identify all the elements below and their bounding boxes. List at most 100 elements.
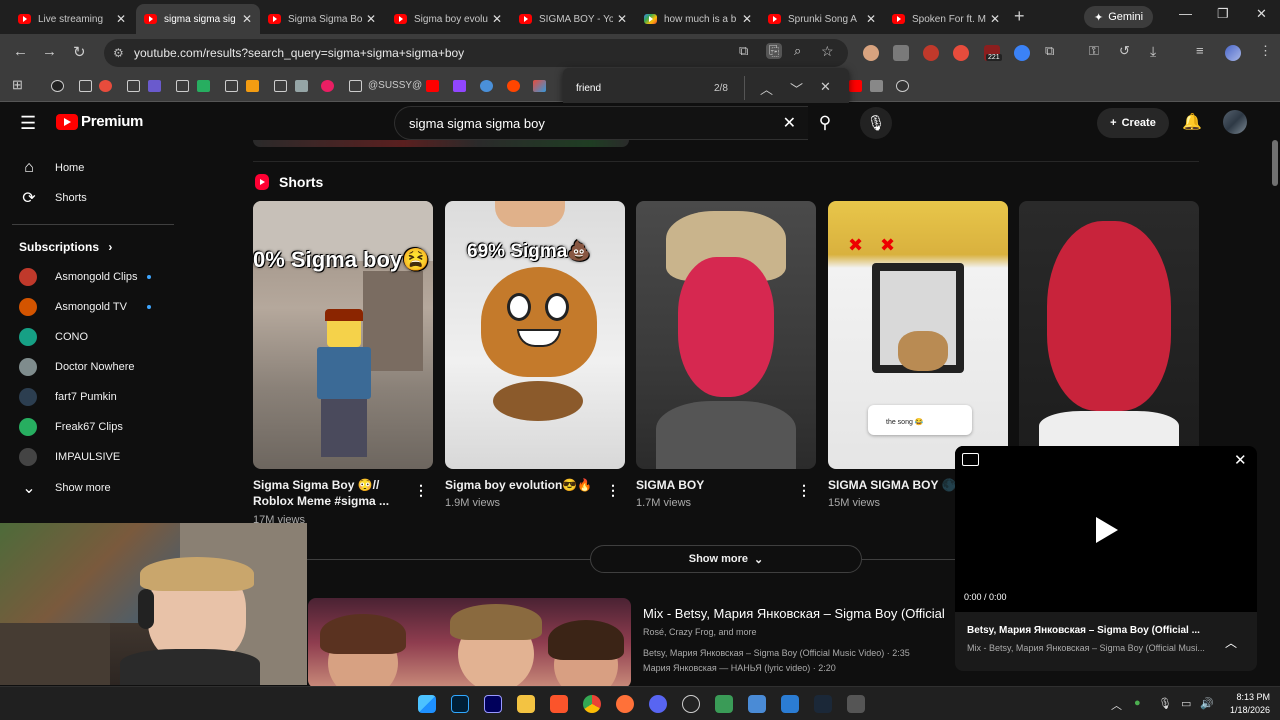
- photoshop-icon[interactable]: [451, 695, 469, 713]
- app-icon[interactable]: [715, 695, 733, 713]
- bookmark-icon[interactable]: [896, 80, 909, 92]
- window-close-icon[interactable]: ✕: [1256, 6, 1267, 22]
- bookmark-folder-icon[interactable]: [349, 80, 362, 92]
- address-bar[interactable]: ⚙ youtube.com/results?search_query=sigma…: [104, 39, 848, 67]
- find-icon[interactable]: ⎘: [766, 43, 783, 59]
- windows-start-icon[interactable]: [418, 695, 436, 713]
- sidebar-item-subscription[interactable]: CONO: [0, 322, 175, 352]
- tray-app-icon[interactable]: ●: [1134, 697, 1141, 709]
- short-title[interactable]: Sigma boy evolution😎🔥: [445, 477, 595, 493]
- close-icon[interactable]: ✕: [242, 12, 252, 26]
- bookmark-folder-icon[interactable]: [79, 80, 92, 92]
- short-thumbnail[interactable]: [1019, 201, 1199, 469]
- taskbar-clock[interactable]: 8:13 PM 1/18/2026: [1218, 691, 1270, 717]
- mix-track-1[interactable]: Betsy, Мария Янковская – Sigma Boy (Offi…: [643, 648, 910, 658]
- tray-chevron-icon[interactable]: ︿: [1111, 697, 1122, 713]
- close-icon[interactable]: ✕: [1234, 451, 1247, 469]
- extension-face-icon[interactable]: [863, 45, 879, 61]
- browser-tab[interactable]: Sigma Sigma Bo ✕: [260, 4, 384, 34]
- bookmark-folder-icon[interactable]: [127, 80, 140, 92]
- bookmark-icon[interactable]: [99, 80, 112, 92]
- bookmark-folder-icon[interactable]: [225, 80, 238, 92]
- bookmark-icon[interactable]: [246, 80, 259, 92]
- scrollbar-thumb[interactable]: [1272, 140, 1278, 186]
- find-previous-icon[interactable]: ︿: [760, 79, 773, 98]
- sidebar-item-subscription[interactable]: Freak67 Clips: [0, 412, 175, 442]
- search-button[interactable]: ⚲: [806, 106, 844, 140]
- bookmark-icon[interactable]: [148, 80, 161, 92]
- close-icon[interactable]: ✕: [366, 12, 376, 26]
- sidebar-item-home[interactable]: ⌂ Home: [0, 153, 175, 183]
- network-icon[interactable]: ▭: [1181, 697, 1191, 710]
- miniplayer[interactable]: ✕ 0:00 / 0:00 Betsy, Мария Янковская – S…: [955, 446, 1257, 671]
- site-info-icon[interactable]: ⚙: [113, 46, 124, 60]
- short-thumbnail[interactable]: 69% Sigma💩: [445, 201, 625, 469]
- search-input[interactable]: sigma sigma sigma boy ✕: [394, 106, 808, 140]
- miniplayer-video[interactable]: ✕ 0:00 / 0:00: [955, 446, 1257, 612]
- bookmark-star-icon[interactable]: ☆: [821, 43, 834, 60]
- browser-tab[interactable]: Spoken For ft. M ✕: [884, 4, 1008, 34]
- restore-icon[interactable]: ❐: [1217, 6, 1229, 22]
- bookmark-icon[interactable]: [533, 80, 546, 92]
- hamburger-menu-icon[interactable]: ☰: [20, 113, 36, 134]
- sidebar-item-subscription[interactable]: fart7 Pumkin: [0, 382, 175, 412]
- bookmark-folder-icon[interactable]: [274, 80, 287, 92]
- more-options-icon[interactable]: ⋮: [797, 482, 811, 499]
- close-icon[interactable]: ✕: [990, 12, 1000, 26]
- browser-tab[interactable]: SIGMA BOY - Yo ✕: [511, 4, 635, 34]
- mix-track-2[interactable]: Мария Янковская — НАНЬЯ (lyric video) · …: [643, 663, 836, 673]
- show-more-button[interactable]: Show more ⌄: [590, 545, 862, 573]
- more-options-icon[interactable]: ⋮: [606, 482, 620, 499]
- clear-search-icon[interactable]: ✕: [783, 113, 796, 133]
- history-icon[interactable]: ↺: [1119, 43, 1130, 59]
- brave-icon[interactable]: [550, 695, 568, 713]
- sidebar-item-shorts[interactable]: ⟳ Shorts: [0, 183, 175, 213]
- chevron-up-icon[interactable]: ︿: [1225, 634, 1237, 651]
- discord-icon[interactable]: [649, 695, 667, 713]
- file-explorer-icon[interactable]: [517, 695, 535, 713]
- app-icon[interactable]: [748, 695, 766, 713]
- notifications-bell-icon[interactable]: 🔔: [1182, 112, 1202, 132]
- sidebar-item-subscription[interactable]: Asmongold TV: [0, 292, 175, 322]
- extension-fire-icon[interactable]: [953, 45, 969, 61]
- create-button[interactable]: + Create: [1097, 108, 1169, 138]
- short-title[interactable]: Sigma Sigma Boy 😳// Roblox Meme #sigma .…: [253, 477, 403, 509]
- find-input[interactable]: friend: [576, 83, 601, 94]
- close-icon[interactable]: ✕: [866, 12, 876, 26]
- youtube-logo[interactable]: Premium: [56, 113, 143, 130]
- browser-tab[interactable]: Sigma boy evolu ✕: [386, 4, 510, 34]
- browser-tab[interactable]: Live streaming ✕: [10, 4, 134, 34]
- extension-record-icon[interactable]: [923, 45, 939, 61]
- short-thumbnail[interactable]: [636, 201, 816, 469]
- mix-thumbnail[interactable]: [308, 598, 631, 688]
- avatar[interactable]: [1223, 110, 1247, 134]
- expand-icon[interactable]: [962, 453, 979, 466]
- bookmark-icon[interactable]: [870, 80, 883, 92]
- sidebar-item-subscription[interactable]: IMPAULSIVE: [0, 442, 175, 472]
- apps-grid-icon[interactable]: ⊞: [12, 77, 23, 93]
- camera-icon[interactable]: [847, 695, 865, 713]
- youtube-icon[interactable]: [426, 80, 439, 92]
- more-options-icon[interactable]: ⋮: [414, 482, 428, 499]
- chrome-icon[interactable]: [583, 695, 601, 713]
- new-tab-button[interactable]: +: [1014, 6, 1025, 27]
- steam-icon[interactable]: [814, 695, 832, 713]
- close-icon[interactable]: ✕: [116, 12, 126, 26]
- forward-icon[interactable]: →: [42, 43, 57, 60]
- bookmark-folder-label[interactable]: @SUSSY@: [368, 80, 422, 91]
- sidebar-item-subscription[interactable]: Doctor Nowhere: [0, 352, 175, 382]
- short-thumbnail[interactable]: the song 😂 ✖ ✖: [828, 201, 1008, 469]
- gemini-button[interactable]: ✦ Gemini: [1084, 6, 1154, 28]
- media-control-icon[interactable]: ≡: [1196, 43, 1204, 58]
- page-scrollbar[interactable]: [1270, 103, 1280, 686]
- firefox-icon[interactable]: [616, 695, 634, 713]
- obs-icon[interactable]: [682, 695, 700, 713]
- zoom-icon[interactable]: ⌕: [794, 43, 801, 59]
- subscriptions-heading[interactable]: Subscriptions ›: [19, 240, 112, 254]
- sidebar-show-more[interactable]: ⌄ Show more: [0, 473, 175, 503]
- bookmark-icon[interactable]: [480, 80, 493, 92]
- short-thumbnail[interactable]: 0% Sigma boy😫: [253, 201, 433, 469]
- youtube-icon[interactable]: [849, 80, 862, 92]
- key-icon[interactable]: ⚿: [1089, 43, 1099, 59]
- close-icon[interactable]: ✕: [492, 12, 502, 26]
